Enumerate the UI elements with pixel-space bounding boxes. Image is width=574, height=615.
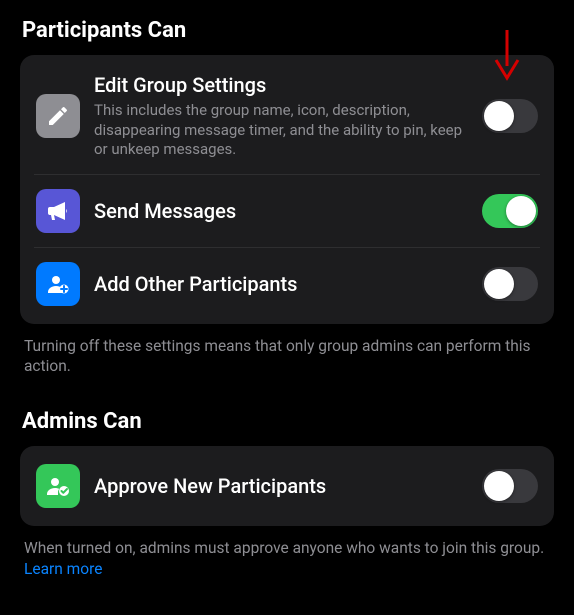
- admins-section-title: Admins Can: [22, 409, 554, 434]
- participants-footer-note: Turning off these settings means that on…: [24, 336, 550, 378]
- toggle-edit-group-settings[interactable]: [482, 99, 538, 133]
- toggle-add-other-participants[interactable]: [482, 267, 538, 301]
- participants-card: Edit Group Settings This includes the gr…: [20, 55, 554, 324]
- admins-footer-note: When turned on, admins must approve anyo…: [24, 538, 550, 580]
- megaphone-icon: [36, 189, 80, 233]
- toggle-send-messages[interactable]: [482, 194, 538, 228]
- row-send-messages: Send Messages: [34, 174, 540, 247]
- row-title: Edit Group Settings: [94, 73, 468, 97]
- toggle-approve-new-participants[interactable]: [482, 469, 538, 503]
- row-edit-group-settings: Edit Group Settings This includes the gr…: [34, 59, 540, 174]
- approve-icon: [36, 464, 80, 508]
- row-title: Approve New Participants: [94, 474, 468, 498]
- pencil-icon: [36, 94, 80, 138]
- row-title: Add Other Participants: [94, 272, 468, 296]
- row-add-other-participants: Add Other Participants: [34, 247, 540, 320]
- row-title: Send Messages: [94, 199, 468, 223]
- row-approve-new-participants: Approve New Participants: [34, 450, 540, 522]
- admins-card: Approve New Participants: [20, 446, 554, 526]
- learn-more-link[interactable]: Learn more: [24, 560, 102, 578]
- admins-footer-text: When turned on, admins must approve anyo…: [24, 539, 544, 557]
- add-person-icon: [36, 262, 80, 306]
- row-subtitle: This includes the group name, icon, desc…: [94, 101, 468, 160]
- participants-section-title: Participants Can: [22, 18, 554, 43]
